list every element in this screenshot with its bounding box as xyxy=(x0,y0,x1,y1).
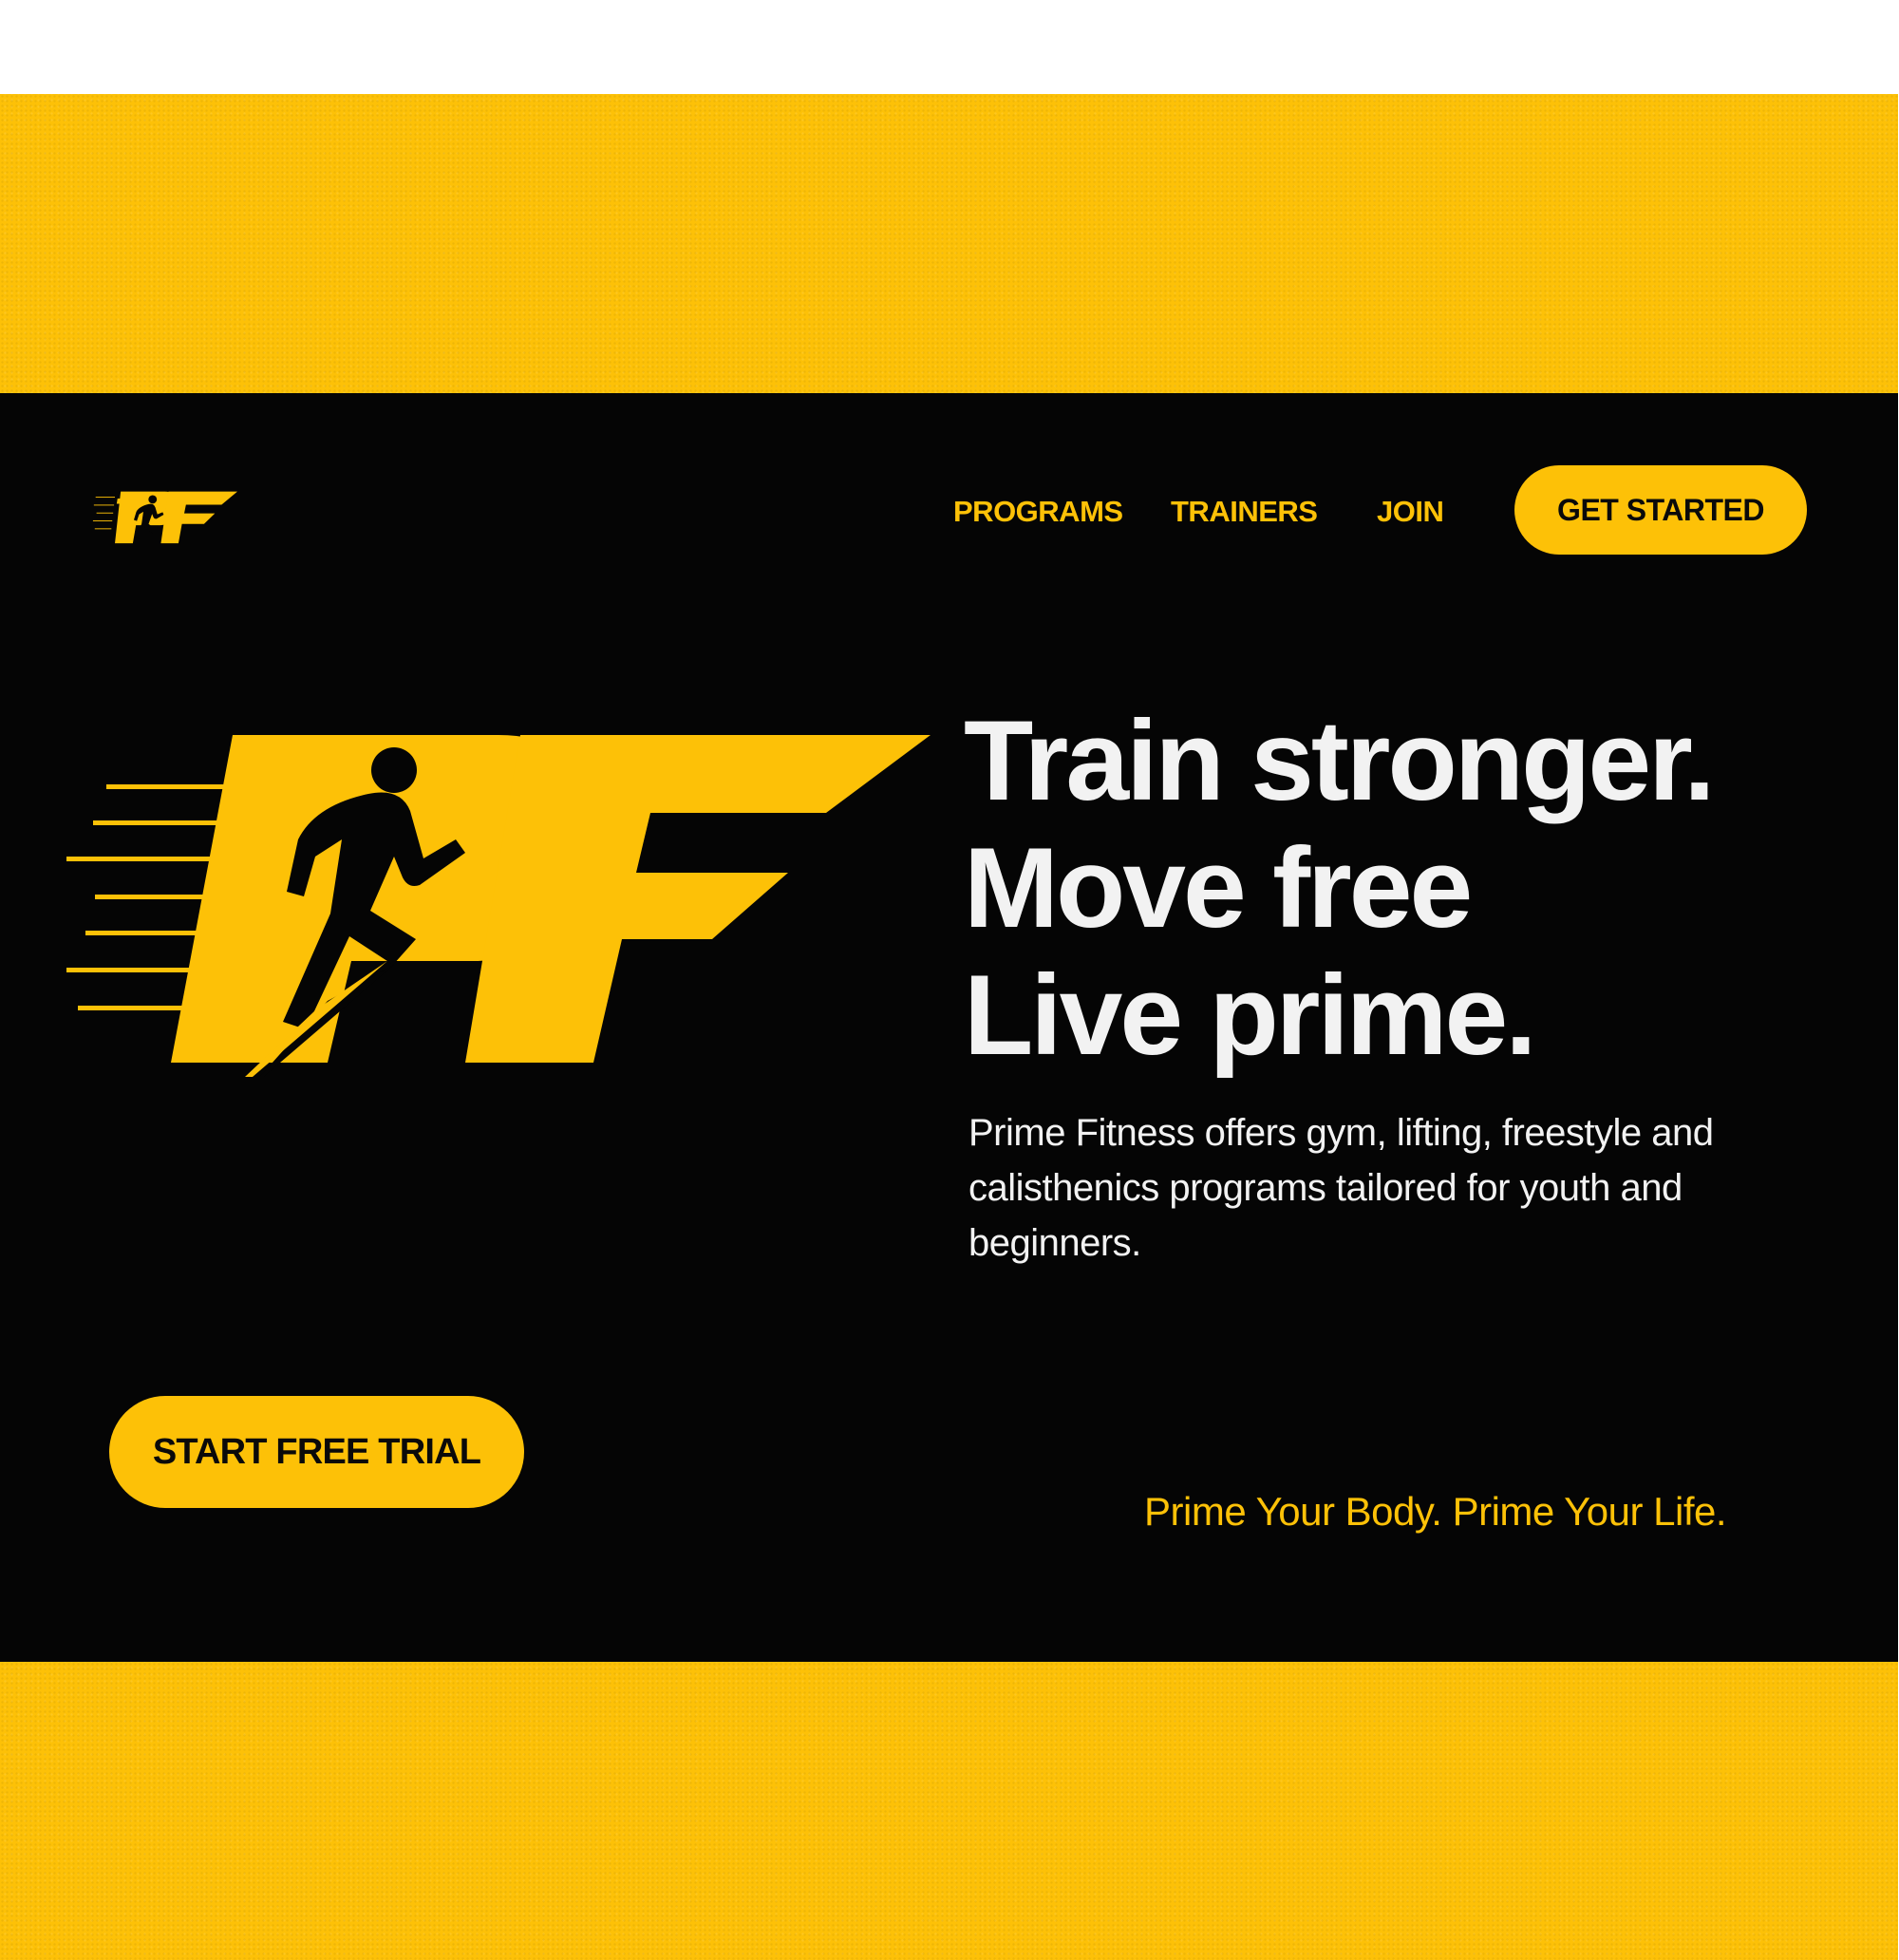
pf-letters xyxy=(171,735,931,1063)
headline-line-3: Live prime. xyxy=(964,952,1537,1079)
headline-line-1: Train stronger. xyxy=(964,697,1716,824)
bottom-yellow-band xyxy=(0,1662,1898,1960)
hero-logo xyxy=(66,716,940,1077)
hero-description: Prime Fitness offers gym, lifting, frees… xyxy=(968,1112,1714,1264)
nav-link-programs[interactable]: PROGRAMS xyxy=(953,488,1123,536)
top-yellow-band xyxy=(0,94,1898,393)
hero-section: PROGRAMS TRAINERS JOIN GET STARTED Train… xyxy=(0,393,1898,1662)
hero-headline: Train stronger. Move free Live prime. xyxy=(964,697,1818,1079)
start-free-trial-button[interactable]: START FREE TRIAL xyxy=(109,1396,524,1508)
nav-logo[interactable] xyxy=(92,483,254,559)
hero-tagline: Prime Your Body. Prime Your Life. xyxy=(1144,1489,1727,1534)
nav-link-join[interactable]: JOIN xyxy=(1377,488,1444,536)
headline-line-2: Move free xyxy=(964,824,1473,952)
runner-pf-logo-icon xyxy=(92,491,237,544)
runner-pf-logo-icon xyxy=(66,735,931,1077)
get-started-button[interactable]: GET STARTED xyxy=(1514,465,1807,555)
nav-link-trainers[interactable]: TRAINERS xyxy=(1171,488,1318,536)
page-canvas: PROGRAMS TRAINERS JOIN GET STARTED Train… xyxy=(0,0,1899,1960)
